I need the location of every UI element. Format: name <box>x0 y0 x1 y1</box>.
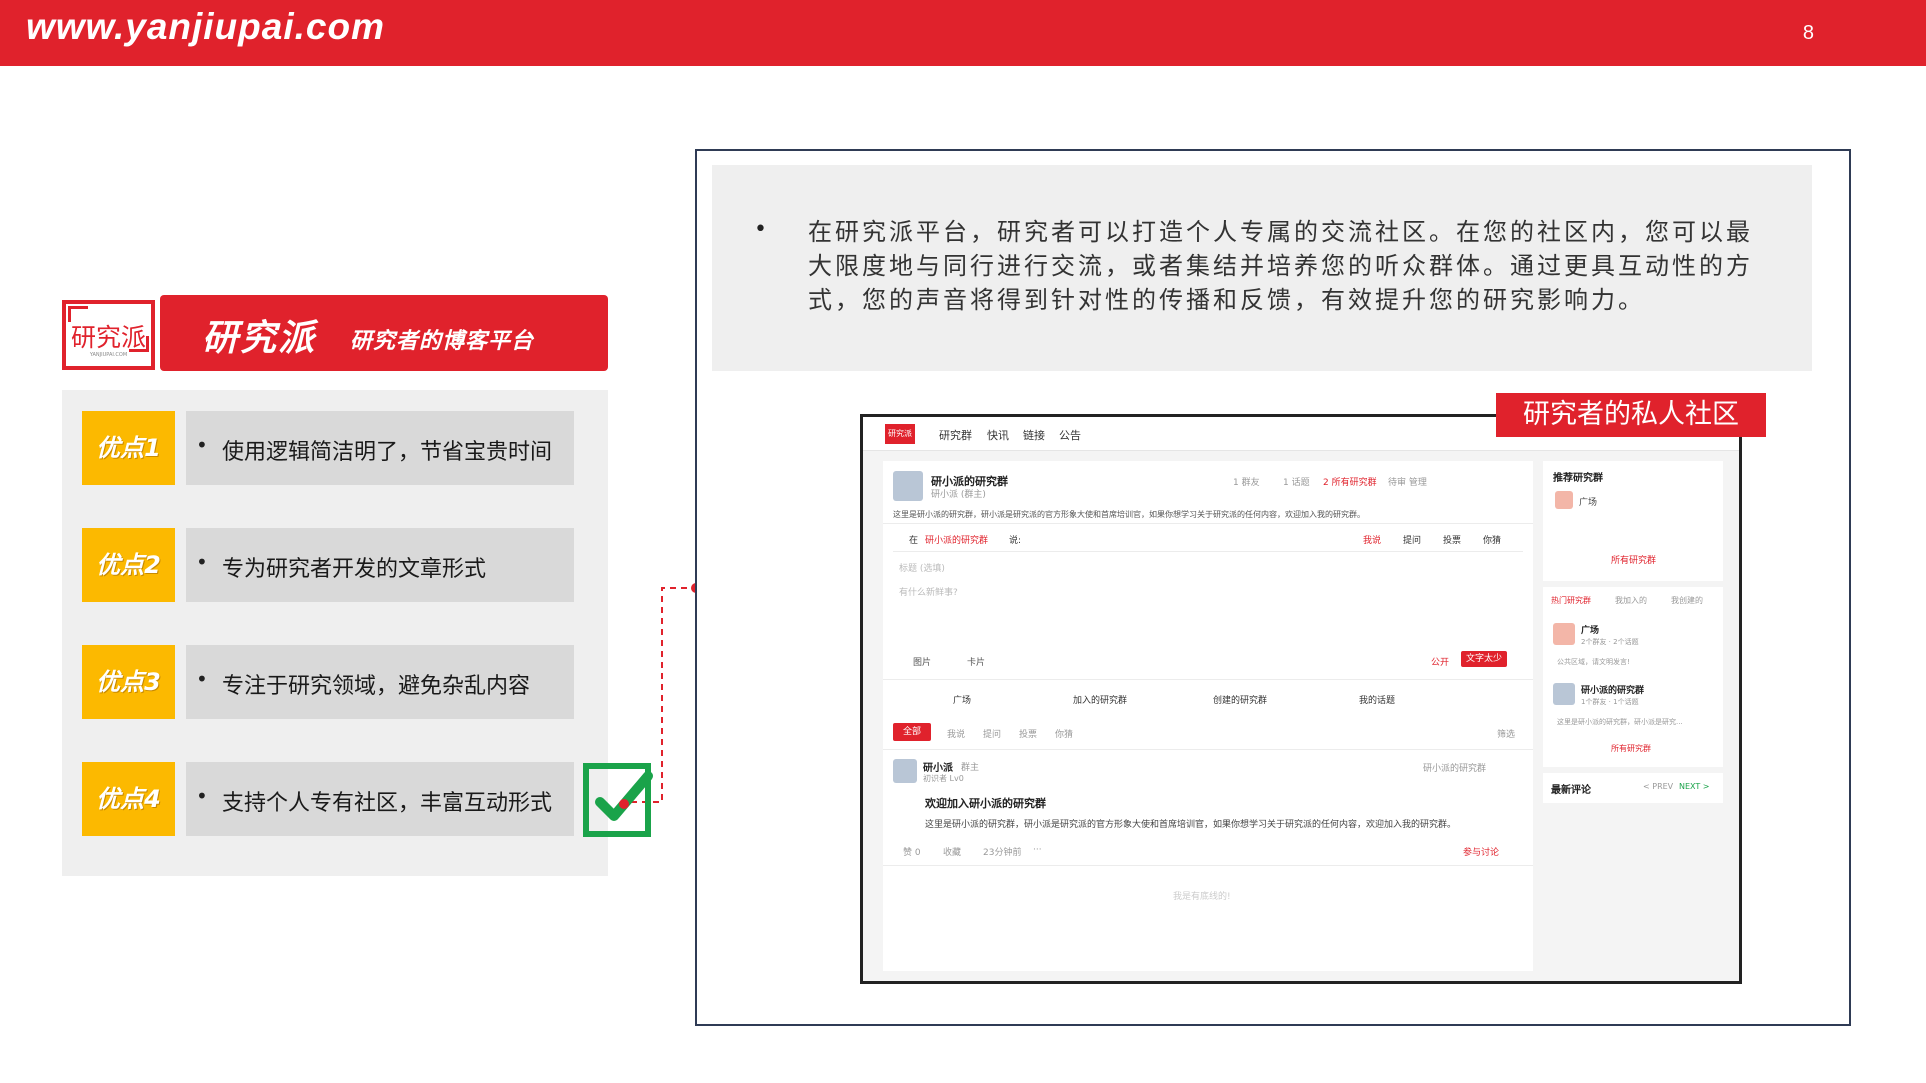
brand-name: 研究派 <box>202 318 317 359</box>
site-url[interactable]: www.yanjiupai.com <box>26 6 385 48</box>
advantage-text: 使用逻辑简洁明了，节省宝贵时间 <box>222 440 553 465</box>
body-input[interactable]: 有什么新鲜事? <box>899 585 958 598</box>
brand-logo: 研究派 YANJIUPAI.COM <box>62 300 155 370</box>
logo-text: 研究派 <box>70 323 146 352</box>
advantage-row: 优点1 • 使用逻辑简洁明了，节省宝贵时间 <box>82 411 574 485</box>
page-number: 8 <box>1802 22 1814 44</box>
checkmark-icon <box>583 763 653 837</box>
post-avatar <box>893 759 917 783</box>
advantage-badge: 优点1 <box>82 411 175 485</box>
mini-nav-item[interactable]: 公告 <box>1059 427 1081 443</box>
advantage-row: 优点4 • 支持个人专有社区，丰富互动形式 <box>82 762 574 836</box>
mini-sidebar: 推荐研究群 广场 所有研究群 热门研究群 我加入的 我创建的 广场 2个群友 ·… <box>1543 461 1723 971</box>
slide: www.yanjiupai.com 8 研究派 YANJIUPAI.COM 研究… <box>0 0 1926 1083</box>
mini-nav-item[interactable]: 研究群 <box>939 427 972 443</box>
title-input[interactable]: 标题 (选填) <box>899 561 945 574</box>
advantage-text: 专为研究者开发的文章形式 <box>222 557 487 582</box>
advantage-row: 优点3 • 专注于研究领域，避免杂乱内容 <box>82 645 574 719</box>
advantage-text: 专注于研究领域，避免杂乱内容 <box>222 674 531 699</box>
mini-logo[interactable]: 研究派 <box>885 424 915 444</box>
community-label: 研究者的私人社区 <box>1496 393 1766 437</box>
mini-nav-item[interactable]: 链接 <box>1023 427 1045 443</box>
advantage-badge: 优点4 <box>82 762 175 836</box>
advantage-badge: 优点3 <box>82 645 175 719</box>
submit-button[interactable]: 文字太少 <box>1461 651 1507 667</box>
advantage-badge: 优点2 <box>82 528 175 602</box>
mini-main-panel: 研小派的研究群 研小派 (群主) 1 群友 1 话题 2 所有研究群 待审 管理… <box>883 461 1533 971</box>
logo-subtext: YANJIUPAI.COM <box>89 352 128 358</box>
description-text: 在研究派平台，研究者可以打造个人专属的交流社区。在您的社区内，您可以最大限度地与… <box>808 218 1753 314</box>
community-screenshot: 研究派 研究群 快讯 链接 公告 研小派的研究群 研小派 (群主) 1 群友 1… <box>860 414 1742 984</box>
mini-nav-item[interactable]: 快讯 <box>987 427 1009 443</box>
header-bar: www.yanjiupai.com 8 <box>0 0 1926 66</box>
advantage-row: 优点2 • 专为研究者开发的文章形式 <box>82 528 574 602</box>
description-box: • 在研究派平台，研究者可以打造个人专属的交流社区。在您的社区内，您可以最大限度… <box>712 165 1812 371</box>
brand-banner: 研究派 研究者的博客平台 <box>160 295 608 371</box>
brand-tagline: 研究者的博客平台 <box>350 329 535 354</box>
advantage-text: 支持个人专有社区，丰富互动形式 <box>222 791 553 816</box>
group-avatar <box>893 471 923 501</box>
